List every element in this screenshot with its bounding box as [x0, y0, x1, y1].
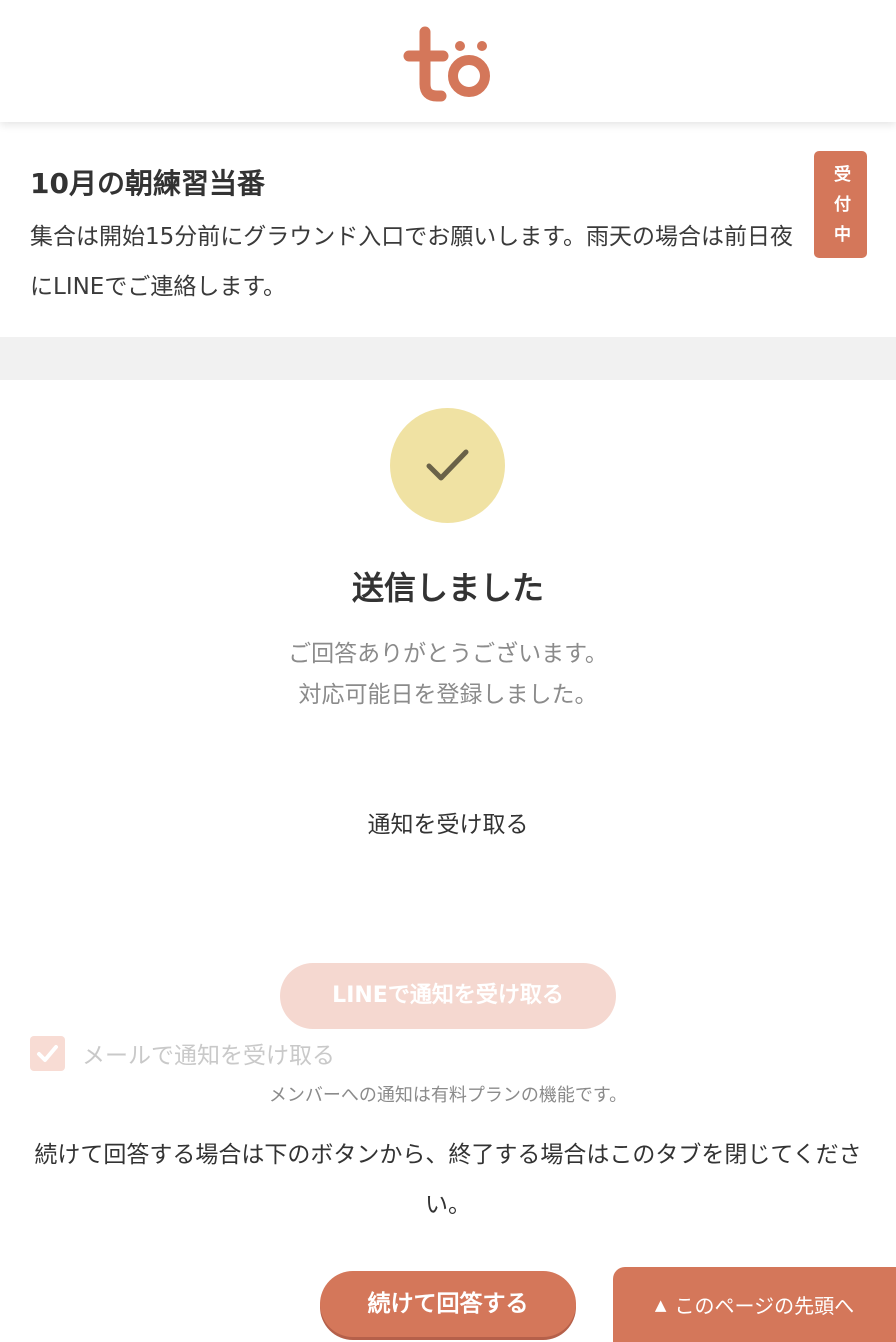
- plan-note: メンバーへの通知は有料プランの機能です。: [268, 1085, 628, 1106]
- continue-answer-button[interactable]: 続けて回答する: [320, 1271, 576, 1337]
- app-header: [0, 0, 896, 122]
- to-logo-icon[interactable]: [400, 22, 496, 106]
- section-divider: [0, 337, 896, 380]
- event-summary: 10月の朝練習当番 集合は開始15分前にグラウンド入口でお願いします。雨天の場合…: [0, 122, 896, 337]
- line-notify-button[interactable]: LINEで通知を受け取る: [280, 963, 616, 1029]
- success-message-line-1: ご回答ありがとうございます。: [288, 641, 608, 667]
- back-to-top-label: このページの先頭へ: [674, 1294, 855, 1318]
- up-arrow-icon: ▲: [654, 1295, 667, 1314]
- mail-notify-option[interactable]: メールで通知を受け取る: [30, 1035, 335, 1071]
- check-icon: [426, 449, 469, 481]
- continue-instructions: 続けて回答する場合は下のボタンから、終了する場合はこのタブを閉じてください。: [34, 1142, 862, 1218]
- success-title: 送信しました: [351, 569, 544, 607]
- back-to-top-button[interactable]: ▲ このページの先頭へ: [613, 1267, 896, 1342]
- notification-heading: 通知を受け取る: [367, 812, 529, 838]
- checkbox-check-icon: [37, 1044, 58, 1062]
- mail-notify-label: メールで通知を受け取る: [82, 1043, 335, 1069]
- event-description: 集合は開始15分前にグラウンド入口でお願いします。雨天の場合は前日夜にLINEで…: [30, 224, 793, 300]
- event-title: 10月の朝練習当番: [30, 167, 265, 200]
- success-circle: [390, 408, 505, 523]
- success-message: ご回答ありがとうございます。 対応可能日を登録しました。: [0, 634, 896, 716]
- mail-notify-checkbox[interactable]: [30, 1035, 65, 1071]
- status-badge: 受付中: [814, 151, 867, 258]
- success-message-line-2: 対応可能日を登録しました。: [298, 682, 598, 708]
